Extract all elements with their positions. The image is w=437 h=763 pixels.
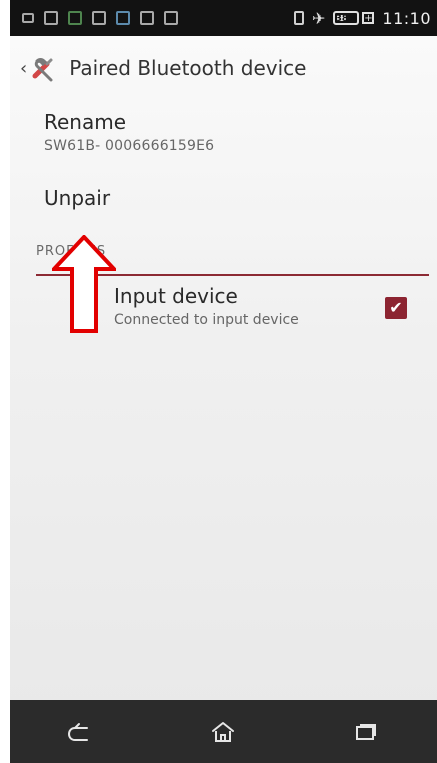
nav-recents-button[interactable] bbox=[336, 712, 396, 752]
home-icon bbox=[212, 721, 235, 742]
input-device-title: Input device bbox=[114, 284, 238, 308]
nav-home-button[interactable] bbox=[193, 712, 253, 752]
charging-icon: + bbox=[362, 12, 375, 24]
message-icon bbox=[44, 11, 58, 25]
notification-icon bbox=[22, 13, 34, 23]
profiles-header-label: PROFILES bbox=[36, 244, 107, 259]
settings-content: Rename SW61B- 0006666159E6 Unpair PROFIL… bbox=[10, 100, 437, 348]
rename-row[interactable]: Rename SW61B- 0006666159E6 bbox=[10, 100, 437, 176]
unpair-title: Unpair bbox=[44, 186, 111, 210]
nav-back-button[interactable] bbox=[51, 712, 111, 752]
input-device-row[interactable]: Input device Connected to input device ✔ bbox=[10, 284, 437, 348]
back-icon bbox=[68, 722, 89, 741]
battery-percent: 38% bbox=[335, 14, 358, 24]
section-divider bbox=[36, 274, 429, 276]
bluetooth-icon bbox=[293, 11, 304, 25]
status-time: 11:10 bbox=[382, 8, 431, 28]
status-icons-right: ✈ 38% + 11:10 bbox=[293, 8, 431, 28]
chevron-left-icon[interactable]: ‹ bbox=[20, 58, 27, 79]
input-device-checkbox[interactable]: ✔ bbox=[385, 297, 407, 319]
input-device-texts: Input device Connected to input device bbox=[114, 284, 299, 328]
navigation-bar bbox=[10, 700, 437, 763]
app-icon bbox=[68, 11, 82, 25]
airplane-icon: ✈ bbox=[311, 8, 326, 28]
profiles-header: PROFILES bbox=[10, 228, 437, 284]
photo-icon bbox=[164, 11, 178, 25]
status-icons-left bbox=[22, 11, 178, 25]
unpair-row[interactable]: Unpair bbox=[10, 176, 437, 228]
recents-icon bbox=[355, 723, 376, 740]
input-device-subtitle: Connected to input device bbox=[114, 312, 299, 328]
calendar-icon bbox=[116, 11, 130, 25]
image-icon bbox=[92, 11, 106, 25]
status-bar: ✈ 38% + 11:10 bbox=[10, 0, 437, 36]
app-bar: ‹ Paired Bluetooth device bbox=[10, 36, 437, 100]
battery-icon: 38% bbox=[333, 11, 360, 25]
page-title: Paired Bluetooth device bbox=[69, 56, 307, 80]
camera-icon bbox=[140, 11, 154, 25]
rename-title: Rename bbox=[44, 110, 127, 134]
left-gutter bbox=[0, 0, 10, 763]
phone-screen: ✈ 38% + 11:10 ‹ Paired Bluetooth device … bbox=[0, 0, 437, 763]
device-id: SW61B- 0006666159E6 bbox=[44, 138, 215, 154]
battery: 38% + bbox=[333, 11, 375, 25]
tools-icon[interactable] bbox=[29, 53, 59, 83]
